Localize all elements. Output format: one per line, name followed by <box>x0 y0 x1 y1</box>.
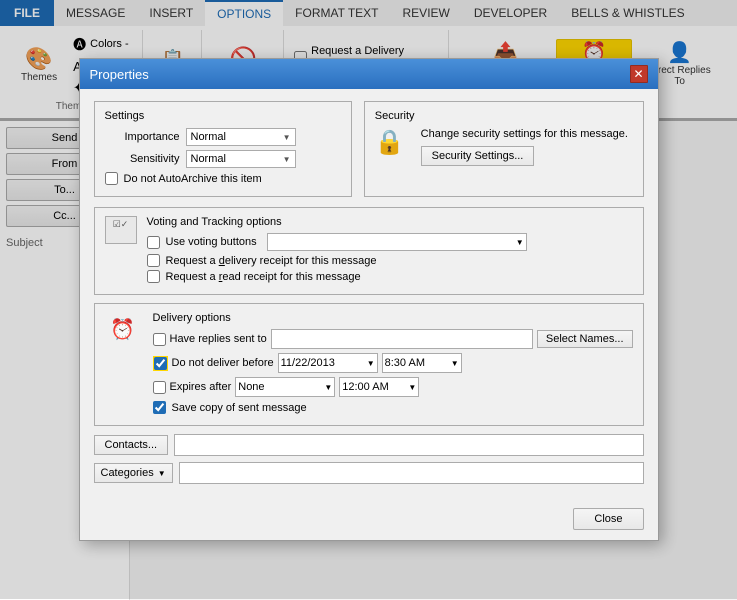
expires-row: Expires after None ▼ 12:00 AM ▼ <box>153 377 633 397</box>
settings-section: Settings Importance Normal ▼ Sensitivity… <box>94 101 352 197</box>
have-replies-row: Have replies sent to Select Names... <box>153 329 633 349</box>
expires-date-select[interactable]: None ▼ <box>235 377 335 397</box>
save-copy-checkbox[interactable] <box>153 401 166 414</box>
delivery-receipt-row: Request a delivery receipt for this mess… <box>147 254 633 267</box>
security-content: 🔒 Change security settings for this mess… <box>375 128 633 166</box>
voting-icon-area: ☑✓ <box>105 216 137 244</box>
voting-read-receipt-checkbox[interactable] <box>147 270 160 283</box>
use-voting-checkbox[interactable] <box>147 236 160 249</box>
read-receipt-row: Request a read receipt for this message <box>147 270 633 283</box>
lock-icon: 🔒 <box>375 128 405 157</box>
no-deliver-time-select[interactable]: 8:30 AM ▼ <box>382 353 462 373</box>
importance-row: Importance Normal ▼ <box>105 128 341 146</box>
categories-row: Categories ▼ None <box>94 462 644 484</box>
sensitivity-select[interactable]: Normal ▼ <box>186 150 296 168</box>
importance-arrow-icon: ▼ <box>283 133 291 142</box>
categories-label: Categories <box>101 467 154 479</box>
select-names-button[interactable]: Select Names... <box>537 330 633 348</box>
expires-checkbox[interactable] <box>153 381 166 394</box>
delivery-title: Delivery options <box>153 312 633 324</box>
dialog-overlay: Properties ✕ Settings Importance Normal … <box>0 0 737 599</box>
close-button[interactable]: Close <box>573 508 643 530</box>
categories-input[interactable]: None <box>179 462 644 484</box>
importance-value: Normal <box>191 131 226 143</box>
dialog-title: Properties <box>90 67 149 82</box>
expires-date-value: None <box>238 381 264 393</box>
sensitivity-label: Sensitivity <box>105 153 180 165</box>
security-section: Security 🔒 Change security settings for … <box>364 101 644 197</box>
voting-dropdown-arrow: ▼ <box>516 238 524 247</box>
voting-delivery-receipt-checkbox[interactable] <box>147 254 160 267</box>
security-description: Change security settings for this messag… <box>421 128 628 140</box>
no-deliver-row: Do not deliver before 11/22/2013 ▼ 8:30 … <box>153 353 633 373</box>
contacts-row: Contacts... <box>94 434 644 456</box>
delivery-section: ⏰ Delivery options Have replies sent to … <box>94 303 644 426</box>
dialog-body: Settings Importance Normal ▼ Sensitivity… <box>80 89 658 502</box>
security-title: Security <box>375 110 633 122</box>
no-deliver-date-value: 11/22/2013 <box>281 357 335 369</box>
no-deliver-time-arrow-icon: ▼ <box>451 359 459 368</box>
use-voting-row: Use voting buttons ▼ <box>147 233 633 251</box>
contacts-input[interactable] <box>174 434 643 456</box>
settings-title: Settings <box>105 110 341 122</box>
security-right: Change security settings for this messag… <box>421 128 628 166</box>
properties-dialog: Properties ✕ Settings Importance Normal … <box>79 58 659 541</box>
sensitivity-arrow-icon: ▼ <box>283 155 291 164</box>
expires-label: Expires after <box>170 381 232 393</box>
use-voting-label: Use voting buttons <box>166 236 257 248</box>
expires-time-arrow-icon: ▼ <box>408 383 416 392</box>
expires-time-value: 12:00 AM <box>342 381 388 393</box>
security-settings-button[interactable]: Security Settings... <box>421 146 535 166</box>
voting-icon: ☑✓ <box>113 219 129 229</box>
categories-arrow-icon: ▼ <box>158 469 166 478</box>
sensitivity-value: Normal <box>191 153 226 165</box>
no-deliver-label: Do not deliver before <box>172 357 274 369</box>
save-copy-label: Save copy of sent message <box>172 402 307 414</box>
have-replies-input[interactable] <box>271 329 533 349</box>
delivery-fields: Delivery options Have replies sent to Se… <box>153 312 633 417</box>
expires-date-arrow-icon: ▼ <box>324 383 332 392</box>
categories-button[interactable]: Categories ▼ <box>94 463 173 483</box>
settings-security-row: Settings Importance Normal ▼ Sensitivity… <box>94 101 644 197</box>
have-replies-checkbox[interactable] <box>153 333 166 346</box>
voting-section: ☑✓ Voting and Tracking options Use votin… <box>94 207 644 295</box>
read-receipt-underline-label: Request a read receipt for this message <box>166 271 361 283</box>
no-deliver-time-value: 8:30 AM <box>385 357 425 369</box>
autoarchive-checkbox[interactable] <box>105 172 118 185</box>
sensitivity-row: Sensitivity Normal ▼ <box>105 150 341 168</box>
importance-select[interactable]: Normal ▼ <box>186 128 296 146</box>
no-deliver-checkbox[interactable] <box>154 357 167 370</box>
dialog-close-button[interactable]: ✕ <box>630 65 648 83</box>
dialog-footer: Close <box>80 502 658 540</box>
autoarchive-label: Do not AutoArchive this item <box>124 173 262 185</box>
importance-label: Importance <box>105 131 180 143</box>
autoarchive-row: Do not AutoArchive this item <box>105 172 341 185</box>
no-deliver-checkbox-wrapper <box>153 356 168 371</box>
voting-checkboxes: Voting and Tracking options Use voting b… <box>147 216 633 286</box>
contacts-button[interactable]: Contacts... <box>94 435 169 455</box>
no-deliver-date-select[interactable]: 11/22/2013 ▼ <box>278 353 378 373</box>
delivery-receipt-underline-label: Request a delivery receipt for this mess… <box>166 255 377 267</box>
delivery-icon-area: ⏰ <box>105 312 147 348</box>
expires-time-select[interactable]: 12:00 AM ▼ <box>339 377 419 397</box>
save-copy-row: Save copy of sent message <box>153 401 633 414</box>
dialog-titlebar: Properties ✕ <box>80 59 658 89</box>
voting-title: Voting and Tracking options <box>147 216 633 228</box>
have-replies-label: Have replies sent to <box>170 333 267 345</box>
delivery-clock-icon: ⏰ <box>105 312 141 348</box>
no-deliver-date-arrow-icon: ▼ <box>367 359 375 368</box>
